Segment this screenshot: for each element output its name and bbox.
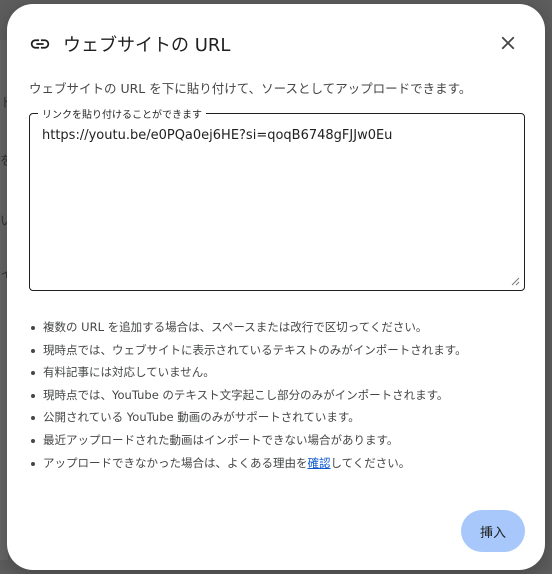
dialog-title: ウェブサイトの URL — [63, 35, 231, 56]
list-item: 複数の URL を追加する場合は、スペースまたは改行で区切ってください。 — [31, 316, 467, 339]
dialog-description: ウェブサイトの URL を下に貼り付けて、ソースとしてアップロードできます。 — [29, 81, 472, 96]
close-button[interactable] — [497, 32, 519, 54]
list-item: 最近アップロードされた動画はインポートできない場合があります。 — [31, 429, 467, 452]
insert-button[interactable]: 挿入 — [461, 510, 525, 552]
link-icon — [29, 33, 51, 55]
resize-grip-icon[interactable] — [510, 276, 520, 286]
list-item: 有料記事には対応していません。 — [31, 361, 467, 384]
dialog-header: ウェブサイトの URL — [29, 30, 230, 58]
close-icon — [501, 36, 515, 50]
website-url-dialog: ウェブサイトの URL ウェブサイトの URL を下に貼り付けて、ソースとしてア… — [7, 4, 545, 570]
list-item: 公開されている YouTube 動画のみがサポートされています。 — [31, 406, 467, 429]
check-reasons-link[interactable]: 確認 — [308, 456, 331, 470]
url-field: リンクを貼り付けることができます — [29, 106, 525, 291]
list-item: 現時点では、ウェブサイトに表示されているテキストのみがインポートされます。 — [31, 339, 467, 362]
url-textarea[interactable] — [42, 128, 508, 274]
notes-list: 複数の URL を追加する場合は、スペースまたは改行で区切ってください。 現時点… — [29, 316, 467, 474]
note-text: してください。 — [330, 455, 411, 470]
url-field-label: リンクを貼り付けることができます — [38, 106, 206, 121]
note-text: アップロードできなかった場合は、よくある理由を — [43, 455, 308, 470]
list-item: 現時点では、YouTube のテキスト文字起こし部分のみがインポートされます。 — [31, 384, 467, 407]
list-item: アップロードできなかった場合は、よくある理由を確認してください。 — [31, 452, 467, 475]
